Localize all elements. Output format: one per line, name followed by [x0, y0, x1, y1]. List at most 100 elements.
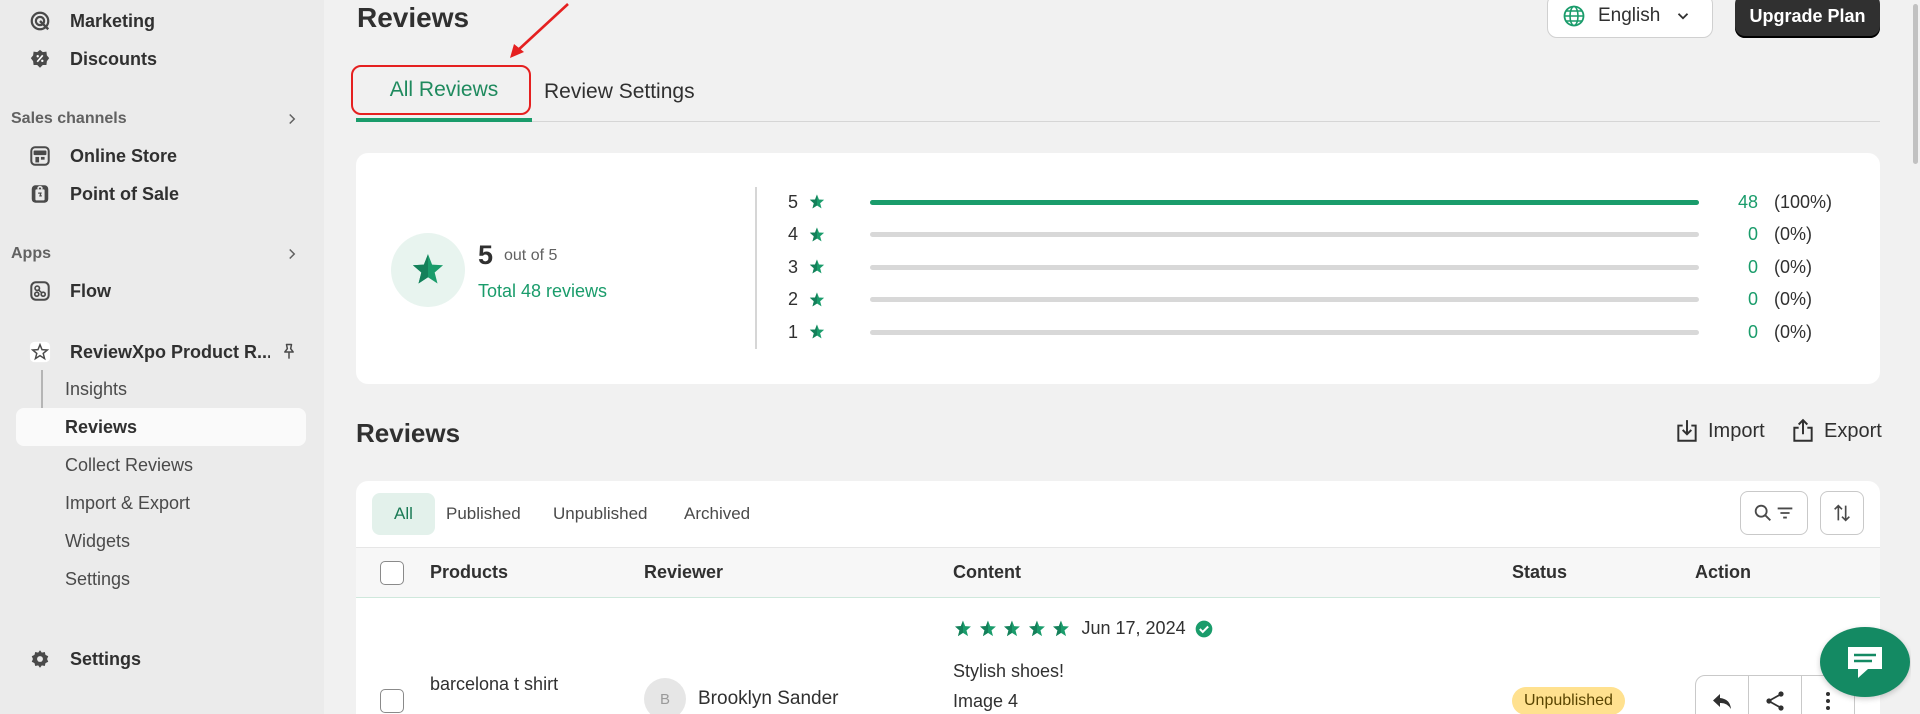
- scrollbar-thumb[interactable]: [1913, 4, 1918, 164]
- share-button[interactable]: [1749, 676, 1802, 714]
- chevron-down-icon: [1678, 13, 1689, 20]
- rating-row: 1 0 (0%): [788, 317, 1858, 347]
- rating-percent: (100%): [1774, 191, 1833, 212]
- rating-count[interactable]: 0: [1718, 289, 1758, 310]
- rating-star-label: 1: [788, 321, 799, 342]
- reply-button[interactable]: [1696, 676, 1749, 714]
- upgrade-plan-button[interactable]: Upgrade Plan: [1735, 0, 1880, 38]
- rating-bar-track: [870, 264, 1699, 270]
- reviewer-name: Brooklyn Sander: [698, 688, 839, 709]
- sidebar-item-label: Settings: [70, 648, 142, 669]
- column-content[interactable]: Content: [953, 562, 1021, 583]
- product-name[interactable]: barcelona t shirt: [430, 674, 558, 695]
- sidebar-subitem-settings[interactable]: Settings: [16, 560, 306, 598]
- sidebar-subitem-collect-reviews[interactable]: Collect Reviews: [16, 446, 306, 484]
- sidebar-item-discounts[interactable]: Discounts: [16, 40, 306, 78]
- sidebar-item-label: Marketing: [70, 10, 156, 31]
- more-vertical-icon: [1826, 692, 1830, 710]
- average-rating: 5: [478, 240, 494, 270]
- column-reviewer[interactable]: Reviewer: [644, 562, 723, 583]
- pos-icon: [28, 182, 52, 206]
- annotation-highlight-box: [351, 65, 531, 115]
- sidebar-item-label: Flow: [70, 280, 111, 301]
- flow-icon: [28, 279, 52, 303]
- rating-count[interactable]: 48: [1718, 192, 1758, 213]
- rating-percent: (0%): [1774, 289, 1813, 309]
- verified-check-icon: [1195, 620, 1212, 637]
- sidebar-item-online-store[interactable]: Online Store: [16, 137, 306, 175]
- language-label: English: [1598, 5, 1661, 26]
- sales-channels-heading[interactable]: Sales channels: [11, 105, 301, 133]
- reply-icon: [1713, 694, 1731, 709]
- review-title: Stylish shoes!: [953, 661, 1065, 681]
- filter-published[interactable]: Published: [424, 493, 543, 535]
- search-icon: [1754, 504, 1771, 521]
- filter-lines-icon: [1777, 507, 1793, 519]
- sidebar-item-point-of-sale[interactable]: Point of Sale: [16, 175, 306, 213]
- rating-count[interactable]: 0: [1718, 224, 1758, 245]
- star-icon: [808, 193, 826, 211]
- review-body: Image 4: [953, 691, 1019, 711]
- rating-row: 3 0 (0%): [788, 252, 1858, 282]
- star-icon: [808, 258, 826, 276]
- filter-bar: All Published Unpublished Archived: [356, 481, 1880, 547]
- status-badge: Unpublished: [1512, 687, 1625, 714]
- export-button[interactable]: Export: [1790, 416, 1882, 446]
- sidebar-subitem-widgets[interactable]: Widgets: [16, 522, 306, 560]
- gear-icon: [28, 647, 52, 671]
- filter-archived[interactable]: Archived: [662, 493, 772, 535]
- sidebar-item-marketing[interactable]: Marketing: [16, 2, 306, 40]
- rating-bar-track: [870, 232, 1699, 237]
- total-reviews-link[interactable]: Total 48 reviews: [478, 281, 607, 302]
- search-filter-button[interactable]: [1740, 491, 1808, 535]
- rating-count[interactable]: 0: [1718, 257, 1758, 278]
- sidebar-item-label: ReviewXpo Product R...: [70, 341, 270, 362]
- average-out-of: out of 5: [504, 247, 558, 264]
- annotation-arrow: [510, 3, 569, 58]
- row-checkbox[interactable]: [380, 689, 404, 713]
- rating-star-label: 5: [788, 191, 799, 212]
- rating-row: 4 0 (0%): [788, 220, 1858, 250]
- sort-button[interactable]: [1820, 491, 1864, 535]
- rating-count[interactable]: 0: [1718, 322, 1758, 343]
- import-icon: [1677, 420, 1697, 442]
- reviews-section-title: Reviews: [356, 418, 461, 448]
- rating-star-label: 3: [788, 256, 799, 277]
- column-status[interactable]: Status: [1512, 562, 1567, 583]
- tab-bar: All Reviews Review Settings: [356, 62, 1880, 122]
- import-button[interactable]: Import: [1674, 416, 1765, 446]
- rating-percent: (0%): [1774, 224, 1813, 244]
- select-all-checkbox[interactable]: [380, 561, 404, 585]
- import-label: Import: [1708, 419, 1765, 442]
- sidebar-subitem-reviews[interactable]: Reviews: [16, 408, 306, 446]
- language-selector[interactable]: English: [1547, 0, 1713, 38]
- sidebar-item-flow[interactable]: Flow: [16, 272, 306, 310]
- rating-badge: [391, 233, 465, 307]
- globe-icon: [1563, 5, 1585, 27]
- sidebar-item-settings[interactable]: Settings: [16, 640, 306, 678]
- export-label: Export: [1824, 419, 1882, 442]
- chat-icon: [1848, 647, 1882, 678]
- table-header: Products Reviewer Content Status Action: [356, 547, 1880, 598]
- sidebar-item-reviewxpo[interactable]: ReviewXpo Product R...: [16, 333, 306, 371]
- sidebar-subitem-insights[interactable]: Insights: [16, 370, 306, 408]
- pin-icon[interactable]: [279, 342, 299, 362]
- tab-review-settings[interactable]: Review Settings: [544, 62, 695, 122]
- column-action[interactable]: Action: [1695, 562, 1751, 583]
- filter-unpublished[interactable]: Unpublished: [531, 493, 670, 535]
- sidebar-item-label: Discounts: [70, 48, 158, 69]
- rating-star-icon: [1053, 620, 1069, 636]
- review-rating: Jun 17, 2024: [953, 618, 1214, 639]
- star-app-icon: [28, 340, 52, 364]
- avatar: B: [644, 678, 686, 714]
- export-icon: [1793, 418, 1813, 442]
- main-content: Reviews English Upgrade Plan All Reviews…: [324, 0, 1920, 714]
- rating-star-icon: [955, 620, 971, 636]
- apps-heading[interactable]: Apps: [11, 240, 301, 268]
- column-products[interactable]: Products: [430, 562, 508, 583]
- reviews-table: All Published Unpublished Archived Produ…: [356, 481, 1880, 714]
- sidebar-subitem-import-export[interactable]: Import & Export: [16, 484, 306, 522]
- rating-bar-track: [870, 199, 1699, 205]
- rating-bar-fill: [870, 199, 1699, 205]
- chat-button[interactable]: [1820, 627, 1910, 697]
